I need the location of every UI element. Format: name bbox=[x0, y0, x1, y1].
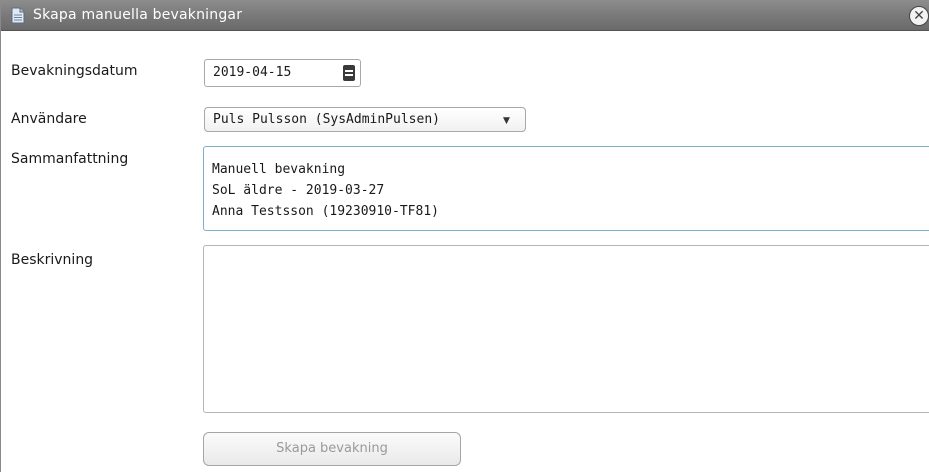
summary-line: SoL äldre - 2019-03-27 bbox=[212, 183, 385, 198]
date-value: 2019-04-15 bbox=[213, 65, 292, 80]
dialog-titlebar[interactable]: Skapa manuella bevakningar ✕ bbox=[1, 0, 929, 31]
summary-label: Sammanfattning bbox=[11, 151, 129, 167]
summary-line: Anna Testsson (19230910-TF81) bbox=[212, 204, 439, 219]
calendar-icon[interactable] bbox=[343, 65, 355, 81]
close-icon[interactable]: ✕ bbox=[909, 6, 929, 26]
create-watch-dialog: Skapa manuella bevakningar ✕ Bevakningsd… bbox=[0, 0, 929, 472]
user-select[interactable]: Puls Pulsson (SysAdminPulsen) ▼ bbox=[204, 107, 526, 132]
chevron-down-icon: ▼ bbox=[503, 116, 510, 126]
user-label: Användare bbox=[11, 111, 87, 127]
create-watch-button[interactable]: Skapa bevakning bbox=[203, 432, 461, 466]
date-field[interactable]: 2019-04-15 bbox=[204, 59, 361, 87]
document-icon bbox=[11, 7, 25, 24]
date-label: Bevakningsdatum bbox=[11, 63, 138, 79]
user-selected-value: Puls Pulsson (SysAdminPulsen) bbox=[213, 112, 440, 127]
description-label: Beskrivning bbox=[11, 252, 94, 268]
summary-line: Manuell bevakning bbox=[212, 162, 346, 177]
summary-textarea[interactable]: Manuell bevakning SoL äldre - 2019-03-27… bbox=[203, 146, 929, 231]
description-textarea[interactable] bbox=[203, 245, 929, 413]
dialog-title: Skapa manuella bevakningar bbox=[33, 7, 243, 23]
